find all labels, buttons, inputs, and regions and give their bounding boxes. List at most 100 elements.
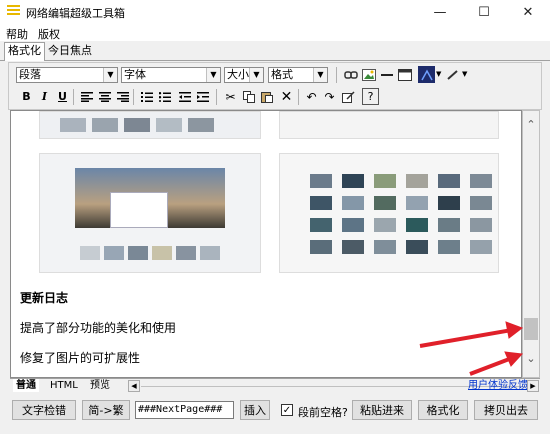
chevron-down-icon: ▼ xyxy=(249,68,263,82)
horizontal-rule-button[interactable] xyxy=(378,66,395,83)
redo-button[interactable]: ↷ xyxy=(321,88,338,105)
pen-icon xyxy=(446,69,458,80)
annotation-arrows xyxy=(419,321,524,376)
outdent-button[interactable] xyxy=(176,88,193,105)
font-color-dropdown-icon[interactable]: ▼ xyxy=(436,70,441,78)
chevron-down-icon: ▼ xyxy=(313,68,327,82)
highlight-button[interactable] xyxy=(444,66,461,83)
question-icon: ? xyxy=(367,90,374,103)
tab-normal[interactable]: 普通 xyxy=(13,379,39,392)
font-select-value: 字体 xyxy=(124,68,146,81)
minimize-button[interactable]: — xyxy=(418,0,462,24)
size-select-value: 大小 xyxy=(227,68,249,81)
scroll-up-icon[interactable]: ⌃ xyxy=(524,118,538,131)
insert-table-button[interactable] xyxy=(396,66,413,83)
copy-button[interactable] xyxy=(240,88,257,105)
horizontal-line-icon xyxy=(380,73,393,76)
undo-icon: ↶ xyxy=(306,89,317,104)
font-color-icon xyxy=(420,68,433,80)
arrowhead-icon xyxy=(505,321,524,339)
changelog-heading: 更新日志 xyxy=(20,291,69,305)
align-center-button[interactable] xyxy=(96,88,113,105)
embedded-image-top-right xyxy=(279,111,499,139)
format-select-value: 格式 xyxy=(271,68,293,81)
maximize-button[interactable]: ☐ xyxy=(462,0,506,24)
indent-checkbox-label: 段前空格? xyxy=(298,406,348,419)
checkmark-icon: ✓ xyxy=(282,405,292,416)
ordered-list-button[interactable] xyxy=(138,88,155,105)
note-edit-icon xyxy=(342,90,355,103)
tab-format[interactable]: 格式化 xyxy=(4,42,45,61)
image-icon xyxy=(361,68,376,81)
paste-button[interactable] xyxy=(258,88,275,105)
embedded-image-top-left xyxy=(39,111,261,139)
chain-icon xyxy=(343,70,358,79)
italic-button[interactable]: I xyxy=(36,88,53,105)
toolbar-separator xyxy=(73,89,74,105)
format-select[interactable]: 格式 ▼ xyxy=(268,67,328,83)
thumbnail-grid xyxy=(80,246,220,260)
cut-button[interactable]: ✂ xyxy=(222,88,239,105)
align-right-icon xyxy=(116,91,129,102)
align-right-button[interactable] xyxy=(114,88,131,105)
thumbnail-grid xyxy=(310,174,492,254)
app-icon xyxy=(7,5,20,17)
simplified-to-traditional-button[interactable]: 简->繁 xyxy=(82,400,130,420)
font-color-button[interactable] xyxy=(418,66,435,83)
menu-bar xyxy=(0,24,550,41)
redo-icon: ↷ xyxy=(324,89,335,104)
indent-icon xyxy=(196,91,209,102)
paragraph-select[interactable]: 段落 ▼ xyxy=(16,67,118,83)
menu-copyright[interactable]: 版权 xyxy=(38,26,60,42)
annotation-arrow-lower xyxy=(469,356,513,376)
underline-button[interactable]: U xyxy=(54,88,71,105)
scissors-icon: ✂ xyxy=(225,89,236,104)
format-button[interactable]: 格式化 xyxy=(418,400,468,420)
size-select[interactable]: 大小 ▼ xyxy=(224,67,264,83)
paste-icon xyxy=(260,91,273,103)
toolbar-separator xyxy=(336,67,337,83)
copy-icon xyxy=(242,90,255,103)
user-feedback-link[interactable]: 用户体验反馈 xyxy=(468,379,528,392)
changelog-line-2: 修复了图片的可扩展性 xyxy=(20,351,141,365)
unordered-list-button[interactable] xyxy=(156,88,173,105)
paragraph-select-value: 段落 xyxy=(19,68,41,81)
numbered-list-icon xyxy=(140,91,153,102)
indent-checkbox[interactable]: ✓ xyxy=(281,404,293,416)
tab-html[interactable]: HTML xyxy=(50,379,78,392)
bullet-list-icon xyxy=(158,91,171,102)
link-chain-button[interactable] xyxy=(342,66,359,83)
spellcheck-button[interactable]: 文字检错 xyxy=(12,400,76,420)
bold-button[interactable]: B xyxy=(18,88,35,105)
tab-preview[interactable]: 预览 xyxy=(90,379,110,392)
outdent-icon xyxy=(178,91,191,102)
dialog-preview xyxy=(110,192,168,228)
indent-button[interactable] xyxy=(194,88,211,105)
changelog-line-1: 提高了部分功能的美化和使用 xyxy=(20,321,177,335)
tab-today-focus[interactable]: 今日焦点 xyxy=(44,43,95,60)
embedded-image-bottom-left xyxy=(39,153,261,273)
embedded-image-bottom-right xyxy=(279,153,499,273)
toolbar-separator xyxy=(216,89,217,105)
align-left-button[interactable] xyxy=(78,88,95,105)
copy-out-button[interactable]: 拷贝出去 xyxy=(474,400,538,420)
delete-button[interactable]: ✕ xyxy=(278,88,295,105)
tabs-scroll-right-icon[interactable]: ▶ xyxy=(527,380,539,392)
insert-button[interactable]: 插入 xyxy=(240,400,270,420)
help-button[interactable]: ? xyxy=(362,88,379,105)
window-title: 网络编辑超级工具箱 xyxy=(26,7,125,20)
close-x-icon: ✕ xyxy=(280,88,293,105)
insert-text-field[interactable]: ###NextPage### xyxy=(135,401,234,419)
menu-help[interactable]: 帮助 xyxy=(6,26,28,42)
highlight-dropdown-icon[interactable]: ▼ xyxy=(462,70,467,78)
tabs-scroll-left-icon[interactable]: ◀ xyxy=(128,380,140,392)
align-center-icon xyxy=(98,91,111,102)
close-button[interactable]: ✕ xyxy=(506,0,550,24)
paste-in-button[interactable]: 粘贴进来 xyxy=(352,400,412,420)
thumbnail-grid xyxy=(60,118,214,132)
edit-note-button[interactable] xyxy=(340,88,357,105)
undo-button[interactable]: ↶ xyxy=(303,88,320,105)
insert-image-button[interactable] xyxy=(360,66,377,83)
arrowhead-icon xyxy=(504,351,524,367)
font-select[interactable]: 字体 ▼ xyxy=(121,67,221,83)
